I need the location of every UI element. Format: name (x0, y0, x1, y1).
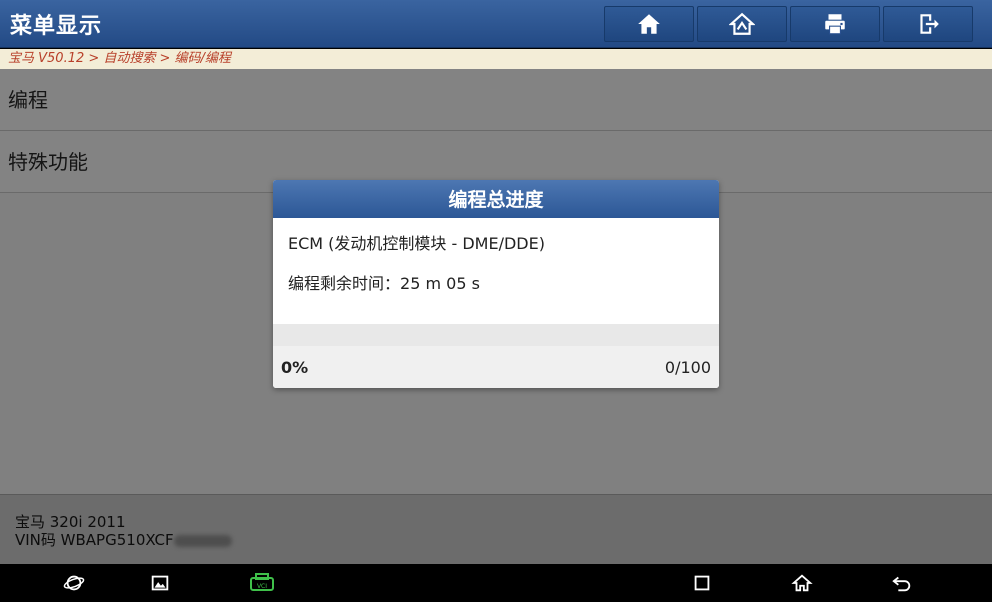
remaining-time: 编程剩余时间：25 m 05 s (288, 270, 480, 294)
recent-apps-button[interactable] (690, 572, 714, 594)
menu-item-programming[interactable]: 编程 (0, 69, 992, 131)
progress-footer: 0% 0/100 (273, 346, 719, 388)
system-nav-bar: VCI (0, 564, 992, 602)
back-button[interactable] (890, 572, 914, 594)
remaining-time-label: 编程剩余时间： (288, 274, 401, 293)
printer-icon (825, 14, 845, 35)
back-icon (892, 576, 911, 592)
gallery-icon (151, 575, 169, 591)
vci-button[interactable]: VCI (248, 572, 276, 594)
vin-redacted (173, 534, 232, 547)
home-button[interactable] (604, 6, 694, 42)
progress-bar (273, 324, 719, 346)
home-icon (638, 14, 660, 34)
system-home-button[interactable] (790, 572, 814, 594)
exit-icon (920, 14, 939, 34)
vehicle-model: 宝马 320i 2011 (15, 513, 126, 531)
recent-apps-icon (694, 575, 710, 591)
browser-icon (63, 575, 85, 591)
remaining-time-value: 25 m 05 s (400, 274, 480, 293)
gallery-button[interactable] (148, 572, 172, 594)
svg-text:VCI: VCI (257, 583, 267, 590)
vci-icon: VCI (250, 573, 274, 591)
home-icon (791, 574, 813, 592)
breadcrumb: 宝马 V50.12 > 自动搜索 > 编码/编程 (0, 49, 992, 69)
module-name: ECM (发动机控制模块 - DME/DDE) (288, 234, 545, 253)
progress-count: 0/100 (664, 358, 711, 377)
page-title: 菜单显示 (10, 14, 103, 39)
vehicle-home-button[interactable] (697, 6, 787, 42)
vin-row: VIN码 WBAPG510XCF (15, 531, 992, 549)
dialog-title: 编程总进度 (273, 180, 719, 218)
progress-percent: 0% (281, 358, 309, 377)
print-button[interactable] (790, 6, 880, 42)
vin-text: VIN码 WBAPG510XCF (15, 531, 174, 549)
exit-button[interactable] (883, 6, 973, 42)
programming-progress-dialog: 编程总进度 ECM (发动机控制模块 - DME/DDE) 编程剩余时间：25 … (273, 180, 719, 388)
app-header: 菜单显示 (0, 0, 992, 48)
vehicle-home-icon (729, 12, 755, 35)
browser-button[interactable] (62, 572, 86, 594)
vehicle-info: 宝马 320i 2011 VIN码 WBAPG510XCF (0, 494, 992, 564)
